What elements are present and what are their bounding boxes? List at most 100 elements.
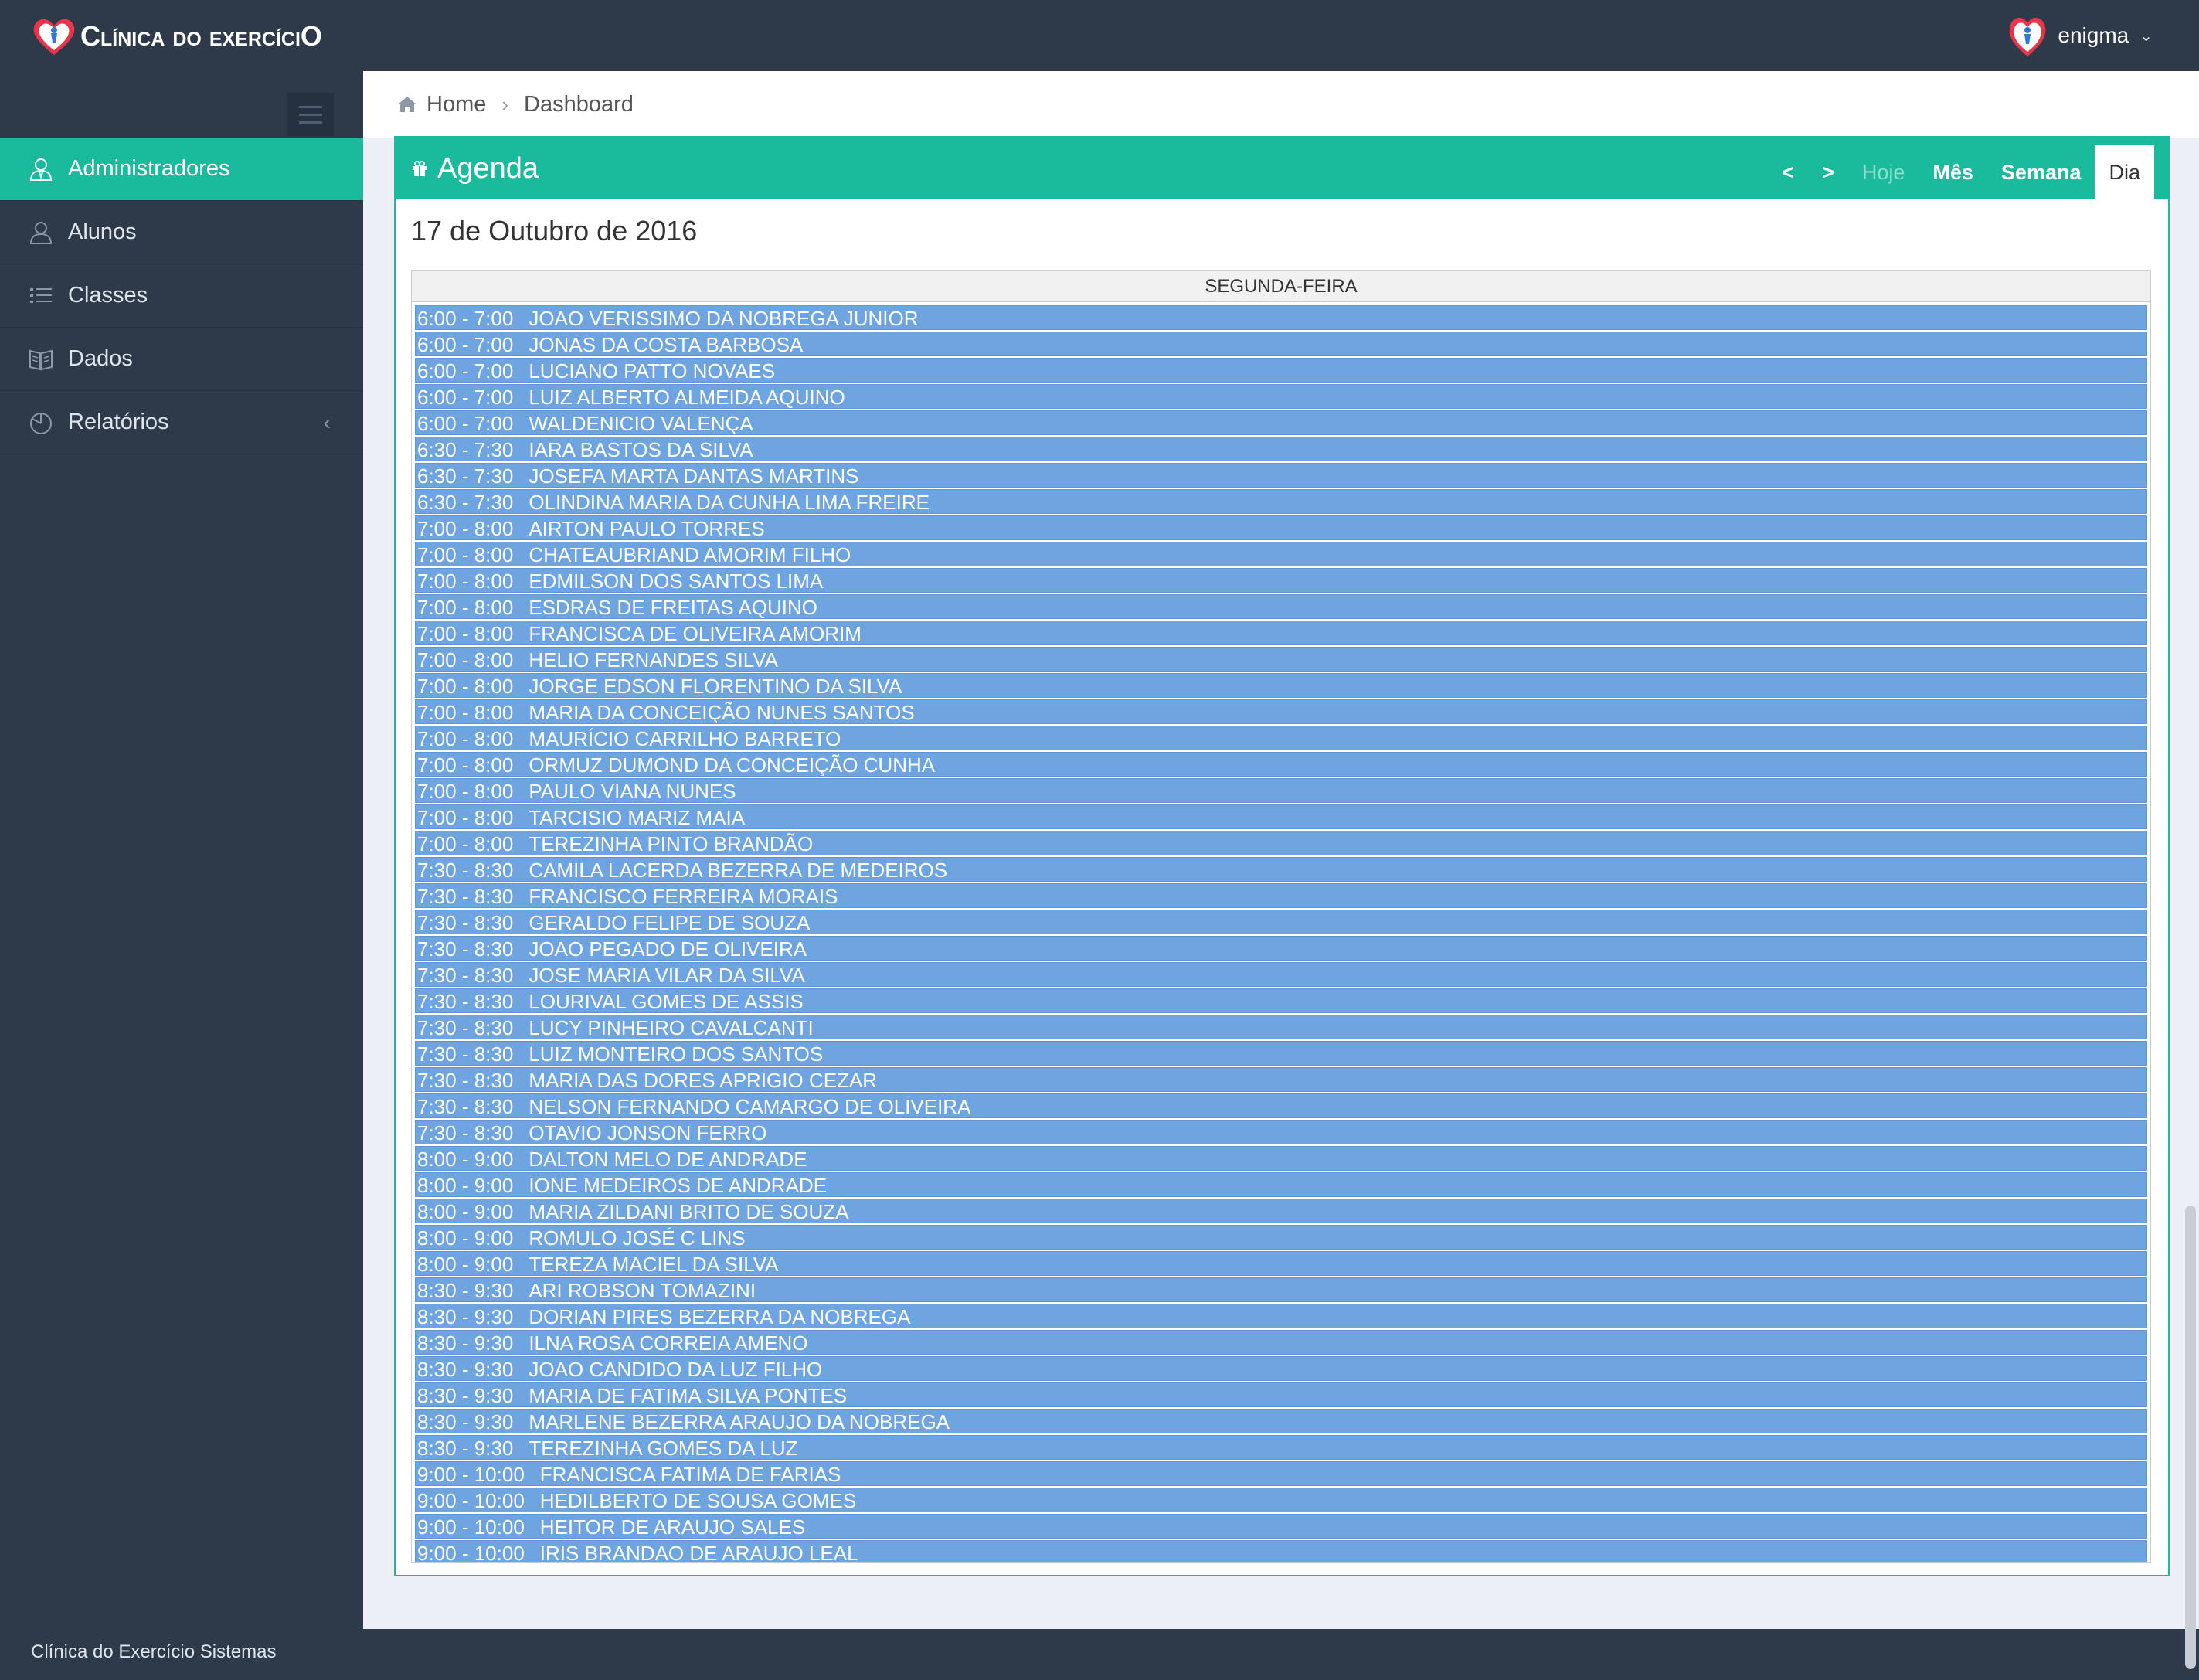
calendar-event[interactable]: 9:00 - 10:00 HEITOR DE ARAUJO SALES <box>415 1514 2147 1539</box>
month-view-button[interactable]: Mês <box>1919 145 1987 199</box>
sidebar-item-administradores[interactable]: Administradores <box>0 138 363 201</box>
calendar-event[interactable]: 7:00 - 8:00 AIRTON PAULO TORRES <box>415 515 2147 540</box>
event-time: 7:00 - 8:00 <box>417 780 514 803</box>
calendar-event[interactable]: 7:00 - 8:00 EDMILSON DOS SANTOS LIMA <box>415 568 2147 593</box>
sidebar-item-label: Alunos <box>68 219 137 244</box>
event-time: 7:30 - 8:30 <box>417 911 514 934</box>
sidebar: Administradores Alunos Classes Dados Rel… <box>0 71 363 1629</box>
calendar-event[interactable]: 7:30 - 8:30 MARIA DAS DORES APRIGIO CEZAR <box>415 1067 2147 1092</box>
calendar-event[interactable]: 7:30 - 8:30 OTAVIO JONSON FERRO <box>415 1120 2147 1144</box>
event-time: 7:30 - 8:30 <box>417 1121 514 1144</box>
sidebar-item-alunos[interactable]: Alunos <box>0 201 363 264</box>
calendar-nav: < > Hoje Mês Semana Dia <box>1768 145 2154 199</box>
sidebar-item-classes[interactable]: Classes <box>0 264 363 328</box>
calendar-event[interactable]: 6:00 - 7:00 WALDENICIO VALENÇA <box>415 410 2147 435</box>
sidebar-toggle-button[interactable] <box>287 93 334 136</box>
event-time: 7:00 - 8:00 <box>417 596 514 619</box>
calendar-event[interactable]: 7:00 - 8:00 HELIO FERNANDES SILVA <box>415 647 2147 672</box>
event-time: 7:30 - 8:30 <box>417 1069 514 1092</box>
event-time: 7:00 - 8:00 <box>417 701 514 724</box>
calendar-event[interactable]: 8:00 - 9:00 DALTON MELO DE ANDRADE <box>415 1146 2147 1171</box>
calendar-event[interactable]: 6:00 - 7:00 LUIZ ALBERTO ALMEIDA AQUINO <box>415 384 2147 409</box>
event-name: FRANCISCA DE OLIVEIRA AMORIM <box>529 622 862 645</box>
calendar-event[interactable]: 6:00 - 7:00 JONAS DA COSTA BARBOSA <box>415 332 2147 356</box>
week-view-button[interactable]: Semana <box>1987 145 2095 199</box>
event-name: DALTON MELO DE ANDRADE <box>529 1148 807 1171</box>
event-time: 9:00 - 10:00 <box>417 1463 525 1486</box>
calendar-event[interactable]: 9:00 - 10:00 IRIS BRANDAO DE ARAUJO LEAL <box>415 1540 2147 1563</box>
event-time: 7:00 - 8:00 <box>417 648 514 672</box>
calendar-event[interactable]: 7:00 - 8:00 CHATEAUBRIAND AMORIM FILHO <box>415 542 2147 566</box>
calendar-event[interactable]: 7:00 - 8:00 MAURÍCIO CARRILHO BARRETO <box>415 726 2147 750</box>
breadcrumb-home-link[interactable]: Home <box>427 92 486 117</box>
page-scrollbar[interactable] <box>2185 1206 2196 1669</box>
event-name: PAULO VIANA NUNES <box>529 780 736 803</box>
calendar-event[interactable]: 7:00 - 8:00 TARCISIO MARIZ MAIA <box>415 804 2147 829</box>
event-name: ORMUZ DUMOND DA CONCEIÇÃO CUNHA <box>529 753 936 777</box>
calendar-event[interactable]: 8:00 - 9:00 IONE MEDEIROS DE ANDRADE <box>415 1172 2147 1197</box>
event-time: 7:00 - 8:00 <box>417 832 514 855</box>
day-view-button[interactable]: Dia <box>2095 145 2154 199</box>
calendar-event[interactable]: 7:30 - 8:30 NELSON FERNANDO CAMARGO DE OL… <box>415 1093 2147 1118</box>
next-button[interactable]: > <box>1808 145 1848 199</box>
agenda-title: Agenda <box>411 152 539 185</box>
calendar-event[interactable]: 7:00 - 8:00 TEREZINHA PINTO BRANDÃO <box>415 831 2147 855</box>
calendar-event[interactable]: 7:00 - 8:00 PAULO VIANA NUNES <box>415 778 2147 803</box>
calendar-event[interactable]: 7:00 - 8:00 FRANCISCA DE OLIVEIRA AMORIM <box>415 621 2147 645</box>
sidebar-item-dados[interactable]: Dados <box>0 328 363 391</box>
event-time: 9:00 - 10:00 <box>417 1489 525 1512</box>
sidebar-item-relatorios[interactable]: Relatórios ‹ <box>0 391 363 454</box>
calendar-event[interactable]: 7:30 - 8:30 LUCY PINHEIRO CAVALCANTI <box>415 1015 2147 1039</box>
calendar-event[interactable]: 8:30 - 9:30 TEREZINHA GOMES DA LUZ <box>415 1435 2147 1460</box>
agenda-title-text: Agenda <box>437 151 539 185</box>
calendar-event[interactable]: 9:00 - 10:00 HEDILBERTO DE SOUSA GOMES <box>415 1488 2147 1512</box>
calendar-event[interactable]: 7:30 - 8:30 JOAO PEGADO DE OLIVEIRA <box>415 936 2147 961</box>
event-name: TEREZINHA GOMES DA LUZ <box>529 1437 798 1460</box>
calendar-event[interactable]: 8:30 - 9:30 MARIA DE FATIMA SILVA PONTES <box>415 1382 2147 1407</box>
calendar-event[interactable]: 8:30 - 9:30 MARLENE BEZERRA ARAUJO DA NOB… <box>415 1409 2147 1433</box>
app-logo-text: Clínica do exercíciO <box>80 20 322 52</box>
event-name: GERALDO FELIPE DE SOUZA <box>529 911 811 934</box>
calendar-event[interactable]: 8:30 - 9:30 ARI ROBSON TOMAZINI <box>415 1277 2147 1302</box>
calendar-event[interactable]: 6:30 - 7:30 IARA BASTOS DA SILVA <box>415 437 2147 461</box>
event-name: MARIA ZILDANI BRITO DE SOUZA <box>529 1200 849 1223</box>
calendar-event[interactable]: 7:30 - 8:30 JOSE MARIA VILAR DA SILVA <box>415 962 2147 987</box>
event-name: FRANCISCA FATIMA DE FARIAS <box>539 1463 841 1486</box>
calendar-event[interactable]: 6:30 - 7:30 OLINDINA MARIA DA CUNHA LIMA … <box>415 489 2147 514</box>
event-name: EDMILSON DOS SANTOS LIMA <box>529 570 824 593</box>
calendar-event[interactable]: 8:30 - 9:30 ILNA ROSA CORREIA AMENO <box>415 1330 2147 1355</box>
calendar-event[interactable]: 8:00 - 9:00 TEREZA MACIEL DA SILVA <box>415 1251 2147 1276</box>
events-list[interactable]: 6:00 - 7:00 JOAO VERISSIMO DA NOBREGA JUN… <box>412 302 2150 1563</box>
event-name: OTAVIO JONSON FERRO <box>529 1121 767 1144</box>
calendar-event[interactable]: 7:00 - 8:00 ORMUZ DUMOND DA CONCEIÇÃO CUN… <box>415 752 2147 777</box>
calendar-event[interactable]: 8:00 - 9:00 MARIA ZILDANI BRITO DE SOUZA <box>415 1199 2147 1223</box>
event-name: IRIS BRANDAO DE ARAUJO LEAL <box>539 1542 858 1563</box>
calendar-event[interactable]: 7:30 - 8:30 LOURIVAL GOMES DE ASSIS <box>415 988 2147 1013</box>
calendar-event[interactable]: 8:00 - 9:00 ROMULO JOSÉ C LINS <box>415 1225 2147 1250</box>
calendar-event[interactable]: 7:30 - 8:30 GERALDO FELIPE DE SOUZA <box>415 910 2147 934</box>
calendar-event[interactable]: 7:00 - 8:00 ESDRAS DE FREITAS AQUINO <box>415 594 2147 619</box>
event-name: HEITOR DE ARAUJO SALES <box>539 1515 806 1539</box>
calendar-event[interactable]: 8:30 - 9:30 DORIAN PIRES BEZERRA DA NOBRE… <box>415 1304 2147 1328</box>
event-name: TEREZINHA PINTO BRANDÃO <box>529 832 814 855</box>
sidebar-menu: Administradores Alunos Classes Dados Rel… <box>0 138 363 454</box>
today-button[interactable]: Hoje <box>1848 145 1919 199</box>
calendar-event[interactable]: 7:30 - 8:30 FRANCISCO FERREIRA MORAIS <box>415 883 2147 908</box>
calendar-event[interactable]: 7:30 - 8:30 LUIZ MONTEIRO DOS SANTOS <box>415 1041 2147 1066</box>
calendar-event[interactable]: 6:00 - 7:00 JOAO VERISSIMO DA NOBREGA JUN… <box>415 305 2147 330</box>
calendar-event[interactable]: 6:00 - 7:00 LUCIANO PATTO NOVAES <box>415 358 2147 383</box>
user-menu[interactable]: enigma ⌄ <box>2005 12 2153 59</box>
calendar-event[interactable]: 7:00 - 8:00 MARIA DA CONCEIÇÃO NUNES SANT… <box>415 699 2147 724</box>
event-name: OLINDINA MARIA DA CUNHA LIMA FREIRE <box>529 491 930 514</box>
user-avatar-icon <box>2010 17 2046 56</box>
calendar-event[interactable]: 7:00 - 8:00 JORGE EDSON FLORENTINO DA SIL… <box>415 673 2147 698</box>
admin-icon <box>29 158 53 181</box>
prev-button[interactable]: < <box>1768 145 1808 199</box>
event-time: 6:00 - 7:00 <box>417 333 514 356</box>
calendar-event[interactable]: 9:00 - 10:00 FRANCISCA FATIMA DE FARIAS <box>415 1461 2147 1486</box>
app-logo[interactable]: Clínica do exercíciO <box>31 19 322 56</box>
event-name: LUIZ MONTEIRO DOS SANTOS <box>529 1042 824 1066</box>
calendar-event[interactable]: 7:30 - 8:30 CAMILA LACERDA BEZERRA DE MED… <box>415 857 2147 882</box>
calendar-event[interactable]: 8:30 - 9:30 JOAO CANDIDO DA LUZ FILHO <box>415 1356 2147 1381</box>
calendar-event[interactable]: 6:30 - 7:30 JOSEFA MARTA DANTAS MARTINS <box>415 463 2147 488</box>
